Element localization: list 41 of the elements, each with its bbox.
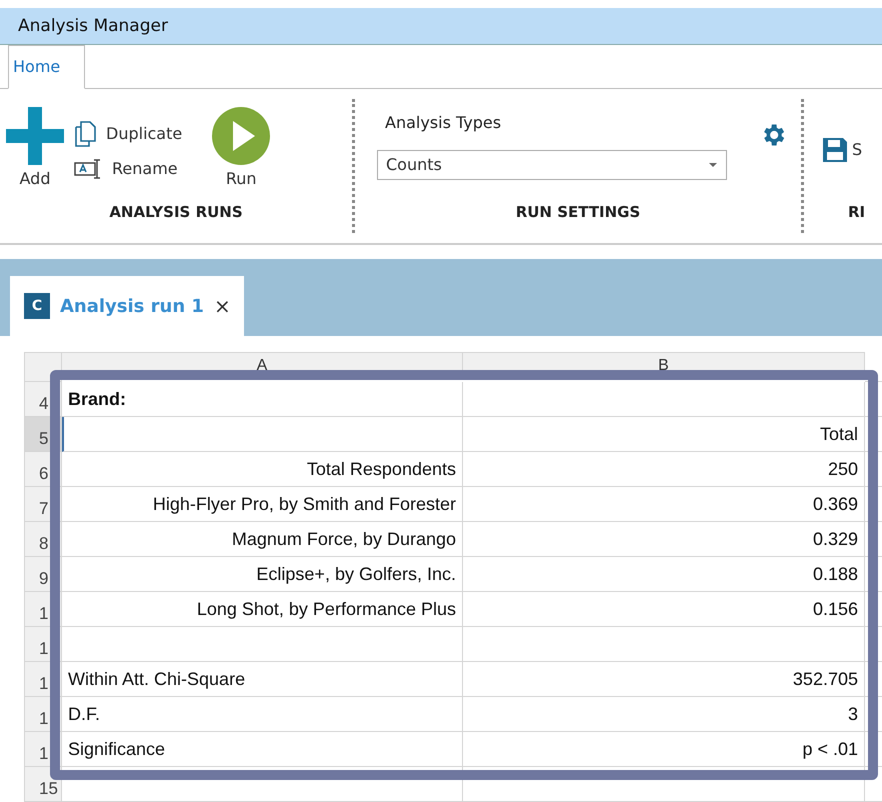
rename-button[interactable]: Rename xyxy=(70,156,186,181)
ribbon-tab[interactable]: Home xyxy=(8,44,86,89)
run-button[interactable]: Run xyxy=(206,98,276,196)
table-cell: 250 xyxy=(463,452,865,487)
table-cell: 0.369 xyxy=(463,487,865,522)
table-cell: 0.329 xyxy=(463,522,865,557)
table-cell: High-Flyer Pro, by Smith and Forester xyxy=(62,487,463,522)
save-button[interactable]: S xyxy=(818,134,866,165)
close-button[interactable]: × xyxy=(214,294,231,318)
plus-icon xyxy=(6,106,64,165)
add-button[interactable]: Add xyxy=(0,98,70,196)
group-label: RUN SETTINGS xyxy=(514,202,642,223)
table-cell: Long Shot, by Performance Plus xyxy=(62,592,463,627)
rename-icon xyxy=(74,158,102,179)
table-cell: 3 xyxy=(463,697,865,732)
tab-badge: C xyxy=(24,293,50,319)
window-title: Analysis Manager xyxy=(17,16,168,36)
table-cell: Magnum Force, by Durango xyxy=(62,522,463,557)
table-cell: Within Att. Chi-Square xyxy=(62,662,463,697)
caret-icon xyxy=(708,162,718,168)
group-label: RI xyxy=(847,202,866,223)
table-cell: Significance xyxy=(62,732,463,767)
row-header[interactable]: 15 xyxy=(24,767,62,802)
play-icon xyxy=(212,106,270,165)
table-cell: Brand: xyxy=(62,382,463,417)
copy-icon xyxy=(74,120,96,147)
duplicate-button[interactable]: Duplicate xyxy=(70,118,186,149)
table-cell: 0.156 xyxy=(463,592,865,627)
table-cell: Eclipse+, by Golfers, Inc. xyxy=(62,557,463,592)
table-cell: Total Respondents xyxy=(62,452,463,487)
group-label: ANALYSIS RUNS xyxy=(108,202,244,223)
table-cell: p < .01 xyxy=(463,732,865,767)
save-icon xyxy=(822,136,848,163)
table-cell: Total xyxy=(463,417,865,452)
table-cell: D.F. xyxy=(62,697,463,732)
field-label: Analysis Types xyxy=(385,112,502,132)
document-tab[interactable]: C Analysis run 1 × xyxy=(10,276,244,336)
table-cell: 352.705 xyxy=(463,662,865,697)
tab-label: Analysis run 1 xyxy=(60,296,204,316)
analysis-type-dropdown[interactable]: Counts xyxy=(377,150,727,180)
table-cell: 0.188 xyxy=(463,557,865,592)
